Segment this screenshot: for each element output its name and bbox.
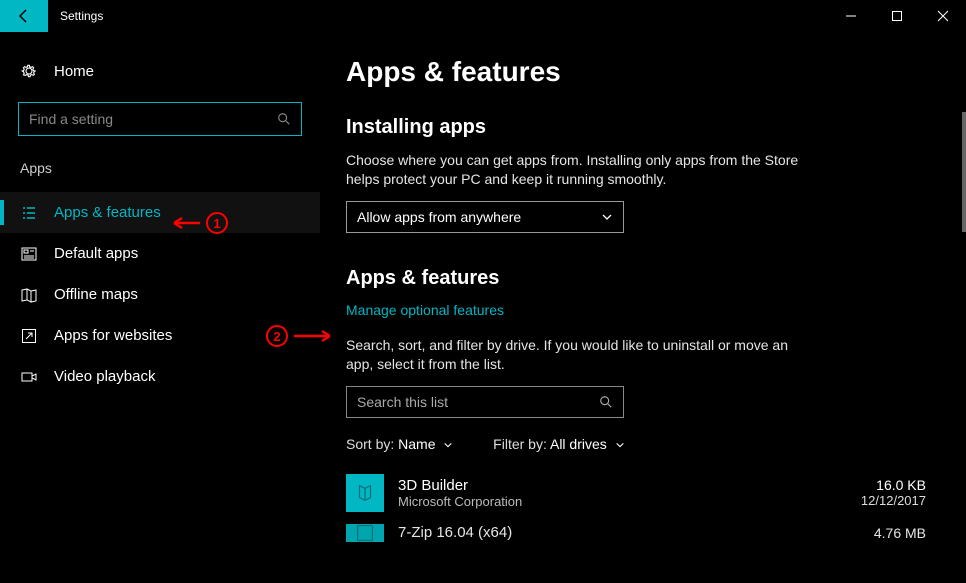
manage-optional-features-link[interactable]: Manage optional features [346,302,504,318]
map-icon [20,287,38,303]
sidebar-item-label: Apps & features [54,204,161,221]
search-list-placeholder: Search this list [357,394,448,410]
gear-icon [20,62,38,80]
app-publisher: Microsoft Corporation [398,494,806,509]
app-row[interactable]: 7-Zip 16.04 (x64) 4.76 MB [346,518,926,548]
back-button[interactable] [0,0,48,32]
chevron-down-icon [443,440,453,450]
chevron-down-icon [601,211,613,223]
apps-features-desc: Search, sort, and filter by drive. If yo… [346,336,806,374]
app-name: 7-Zip 16.04 (x64) [398,524,806,541]
page-title: Apps & features [346,56,926,88]
sidebar-item-label: Video playback [54,368,155,385]
app-date: 12/12/2017 [806,493,926,508]
app-size: 4.76 MB [806,525,926,541]
filter-dropdown[interactable]: Filter by: All drives [493,436,625,452]
app-name: 3D Builder [398,477,806,494]
app-row[interactable]: 3D Builder Microsoft Corporation 16.0 KB… [346,468,926,518]
sort-dropdown[interactable]: Sort by: Name [346,436,457,452]
app-size: 16.0 KB [806,477,926,493]
installing-apps-desc: Choose where you can get apps from. Inst… [346,151,806,189]
app-tile-icon [346,524,384,542]
sidebar-item-apps-websites[interactable]: Apps for websites [0,315,320,356]
main-content: Apps & features Installing apps Choose w… [320,32,966,583]
chevron-down-icon [615,440,625,450]
search-list-input[interactable]: Search this list [346,386,624,418]
sidebar-item-label: Apps for websites [54,327,172,344]
scrollbar[interactable] [962,112,966,232]
search-icon [599,395,613,409]
maximize-button[interactable] [874,0,920,32]
sidebar-item-offline-maps[interactable]: Offline maps [0,274,320,315]
window-title: Settings [48,9,103,23]
home-label: Home [54,63,94,80]
defaults-icon [20,246,38,262]
open-icon [20,328,38,344]
sidebar-item-label: Offline maps [54,286,138,303]
close-button[interactable] [920,0,966,32]
home-nav[interactable]: Home [0,56,320,86]
minimize-button[interactable] [828,0,874,32]
sidebar-item-default-apps[interactable]: Default apps [0,233,320,274]
install-source-select[interactable]: Allow apps from anywhere [346,201,624,233]
search-field[interactable] [29,111,277,127]
search-icon [277,112,291,126]
installing-apps-heading: Installing apps [346,116,926,139]
list-icon [20,205,38,221]
sort-filter-row: Sort by: Name Filter by: All drives [346,436,926,452]
title-bar: Settings [0,0,966,32]
video-icon [20,369,38,385]
app-tile-icon [346,474,384,512]
select-value: Allow apps from anywhere [357,209,521,225]
sidebar-item-video-playback[interactable]: Video playback [0,356,320,397]
sidebar-item-label: Default apps [54,245,138,262]
search-input[interactable] [18,102,302,136]
sidebar-item-apps-features[interactable]: Apps & features [0,192,320,233]
sidebar-section: Apps [0,160,320,192]
apps-features-heading: Apps & features [346,267,926,290]
sidebar: Home Apps Apps & features Default apps [0,32,320,583]
